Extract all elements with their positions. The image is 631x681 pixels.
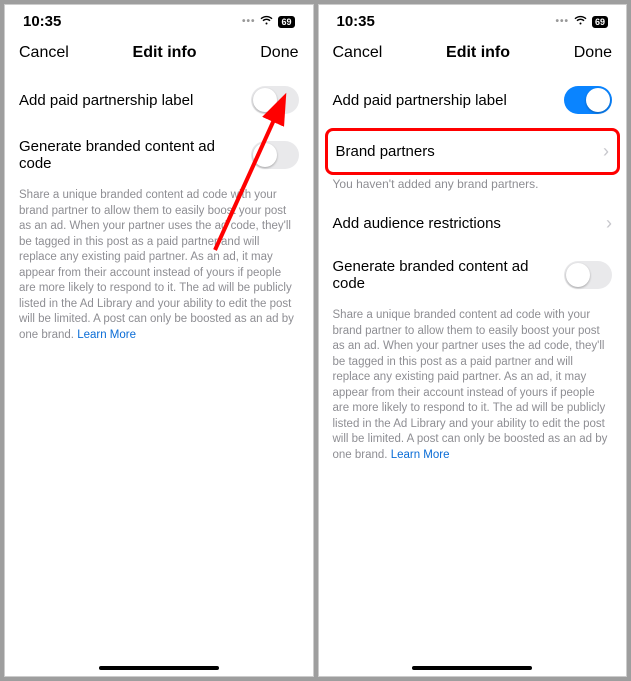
home-indicator	[99, 666, 219, 670]
status-time: 10:35	[23, 13, 61, 30]
paid-partnership-toggle[interactable]	[251, 86, 299, 114]
cellular-icon: •••	[555, 16, 569, 27]
cancel-button[interactable]: Cancel	[333, 44, 383, 62]
status-bar: 10:35 ••• 69	[319, 5, 627, 34]
helper-text: Share a unique branded content ad code w…	[319, 304, 627, 471]
generate-code-row: Generate branded content ad code	[5, 126, 313, 184]
chevron-right-icon: ›	[603, 141, 609, 162]
generate-code-label: Generate branded content ad code	[333, 258, 565, 292]
helper-text: Share a unique branded content ad code w…	[5, 184, 313, 351]
helper-body: Share a unique branded content ad code w…	[333, 309, 608, 461]
brand-partners-hint: You haven't added any brand partners.	[319, 177, 627, 201]
learn-more-link[interactable]: Learn More	[391, 449, 450, 461]
home-indicator	[412, 666, 532, 670]
cellular-icon: •••	[242, 16, 256, 27]
generate-code-toggle[interactable]	[251, 141, 299, 169]
learn-more-link[interactable]: Learn More	[77, 329, 136, 341]
nav-bar: Cancel Edit info Done	[319, 34, 627, 74]
phone-right: 10:35 ••• 69 Cancel Edit info Done Add p…	[318, 4, 628, 677]
done-button[interactable]: Done	[260, 44, 298, 62]
status-time: 10:35	[337, 13, 375, 30]
paid-partnership-toggle[interactable]	[564, 86, 612, 114]
chevron-right-icon: ›	[606, 213, 612, 234]
brand-partners-row[interactable]: Brand partners ›	[325, 128, 621, 175]
done-button[interactable]: Done	[574, 44, 612, 62]
status-indicators: ••• 69	[555, 13, 608, 30]
screenshot-pair: 10:35 ••• 69 Cancel Edit info Done Add p…	[4, 4, 627, 677]
generate-code-row: Generate branded content ad code	[319, 246, 627, 304]
generate-code-toggle[interactable]	[564, 261, 612, 289]
cancel-button[interactable]: Cancel	[19, 44, 69, 62]
paid-partnership-row: Add paid partnership label	[5, 74, 313, 126]
wifi-icon	[259, 13, 274, 30]
paid-partnership-label: Add paid partnership label	[19, 92, 251, 109]
nav-title: Edit info	[133, 44, 197, 62]
nav-title: Edit info	[446, 44, 510, 62]
status-bar: 10:35 ••• 69	[5, 5, 313, 34]
nav-bar: Cancel Edit info Done	[5, 34, 313, 74]
wifi-icon	[573, 13, 588, 30]
status-indicators: ••• 69	[242, 13, 295, 30]
brand-partners-label: Brand partners	[336, 143, 435, 160]
phone-left: 10:35 ••• 69 Cancel Edit info Done Add p…	[4, 4, 314, 677]
generate-code-label: Generate branded content ad code	[19, 138, 251, 172]
audience-restrictions-label: Add audience restrictions	[333, 215, 607, 232]
battery-icon: 69	[592, 16, 608, 28]
paid-partnership-label: Add paid partnership label	[333, 92, 565, 109]
paid-partnership-row: Add paid partnership label	[319, 74, 627, 126]
battery-icon: 69	[278, 16, 294, 28]
audience-restrictions-row[interactable]: Add audience restrictions ›	[319, 201, 627, 246]
helper-body: Share a unique branded content ad code w…	[19, 189, 294, 341]
